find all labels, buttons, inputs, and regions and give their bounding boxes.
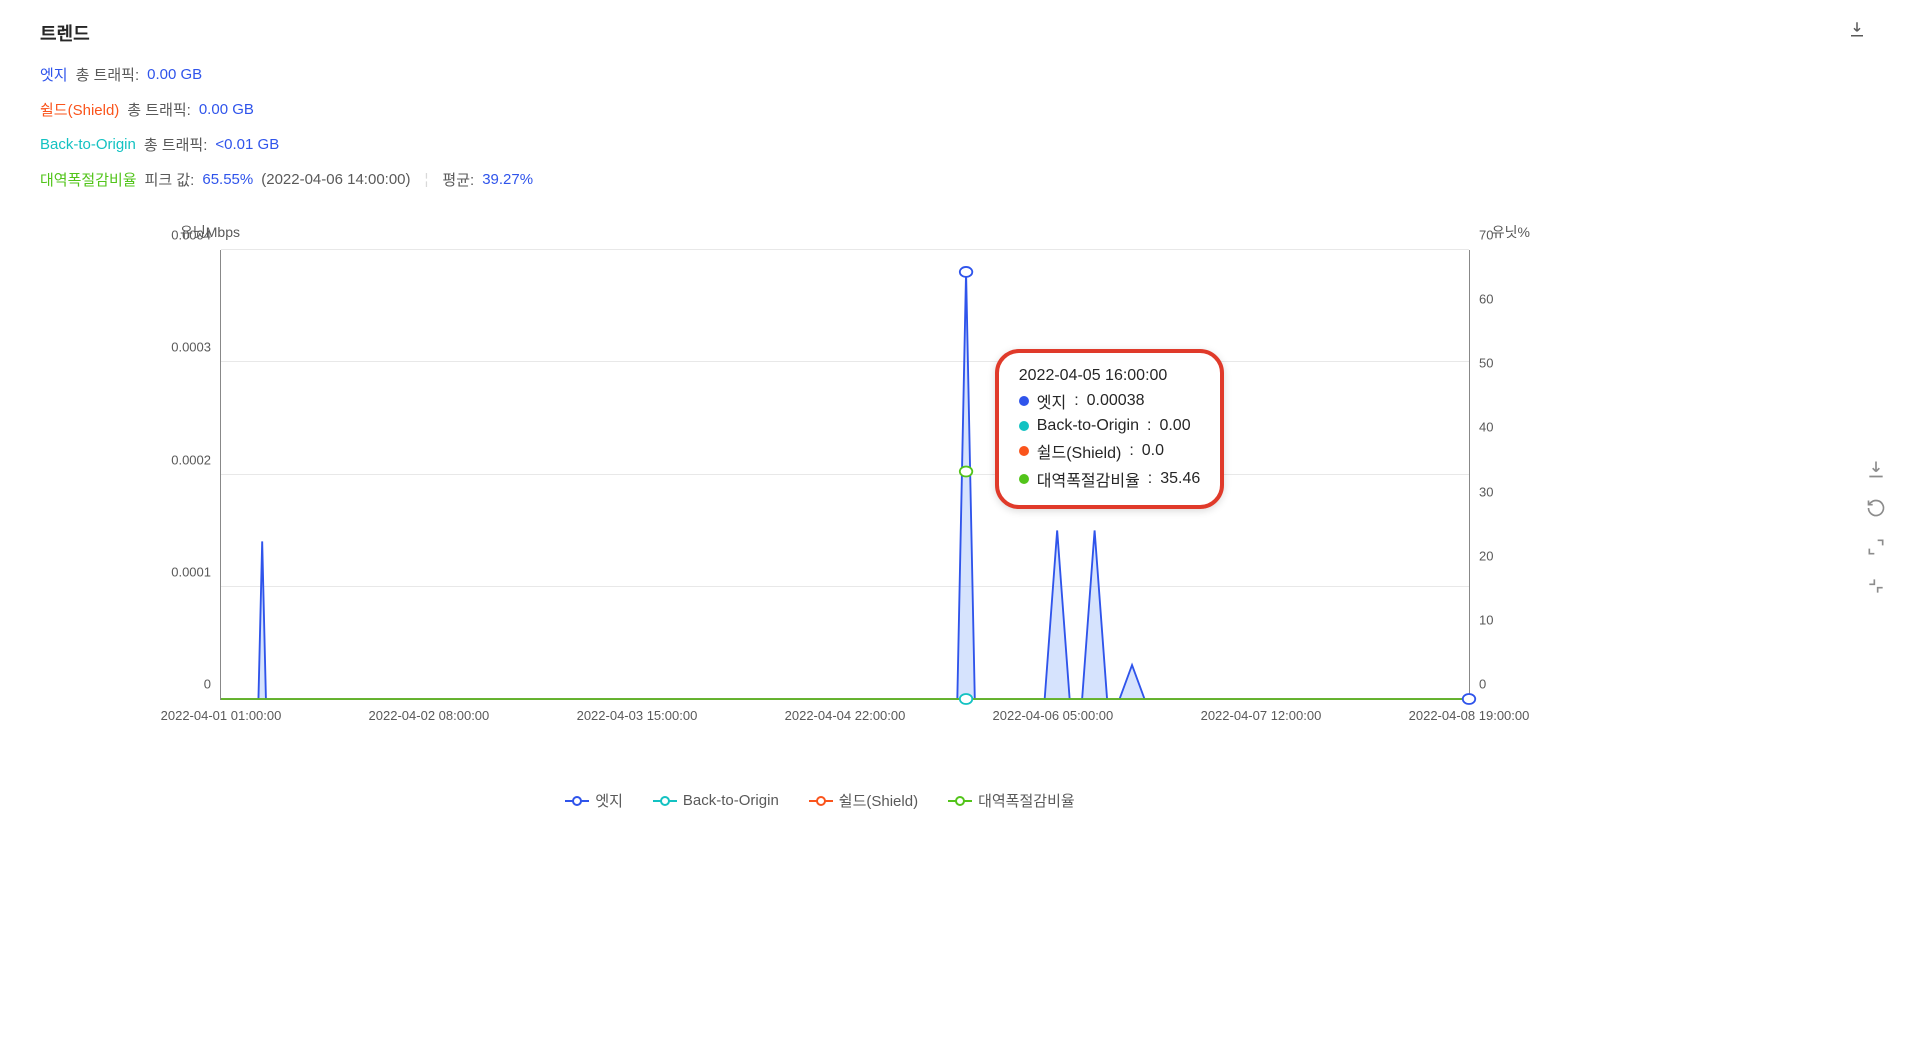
dot-edge-icon [1019, 396, 1029, 406]
stat-edge: 엣지 총 트래픽: 0.00 GB [40, 64, 1866, 85]
xtick-6: 2022-04-08 19:00:00 [1409, 708, 1530, 723]
tool-download-icon[interactable] [1866, 459, 1886, 482]
ytick-left-4: 0.0004 [151, 228, 211, 243]
stat-bto-key: 총 트래픽: [144, 134, 208, 155]
stat-band-peak-time: (2022-04-06 14:00:00) [261, 171, 410, 188]
ytick-right-0: 0 [1479, 677, 1509, 692]
stat-bto-label: Back-to-Origin [40, 136, 136, 153]
tool-collapse-icon[interactable] [1866, 576, 1886, 599]
legend-bto-label: Back-to-Origin [683, 792, 779, 809]
tooltip-edge-value: 0.00038 [1087, 392, 1145, 410]
legend-band-label: 대역폭절감비율 [978, 790, 1075, 811]
xtick-3: 2022-04-04 22:00:00 [785, 708, 906, 723]
tooltip-band-label: 대역폭절감비율 [1037, 467, 1140, 491]
dot-shield-icon [1019, 446, 1029, 456]
dot-bto-icon [1019, 421, 1029, 431]
tooltip-row-bto: Back-to-Origin: 0.00 [1019, 417, 1201, 435]
tool-expand-icon[interactable] [1866, 537, 1886, 560]
stat-shield-label: 쉴드(Shield) [40, 99, 119, 120]
ytick-left-1: 0.0001 [151, 564, 211, 579]
plot-area[interactable]: 0 0.0001 0.0002 0.0003 0.0004 0 10 20 30… [220, 250, 1470, 700]
stat-band-avg-key: 평균: [442, 169, 474, 190]
xtick-2: 2022-04-03 15:00:00 [577, 708, 698, 723]
page-title: 트렌드 [40, 20, 90, 46]
ytick-right-2: 20 [1479, 548, 1509, 563]
download-icon[interactable] [1848, 20, 1866, 41]
legend-shield[interactable]: 쉴드(Shield) [809, 790, 918, 811]
tooltip-row-shield: 쉴드(Shield): 0.0 [1019, 439, 1201, 463]
legend-edge[interactable]: 엣지 [565, 790, 623, 811]
stat-edge-value: 0.00 GB [147, 66, 202, 83]
tooltip-bto-value: 0.00 [1159, 417, 1190, 435]
tooltip-shield-value: 0.0 [1142, 442, 1164, 460]
stats-block: 엣지 총 트래픽: 0.00 GB 쉴드(Shield) 총 트래픽: 0.00… [40, 64, 1866, 190]
xtick-5: 2022-04-07 12:00:00 [1201, 708, 1322, 723]
ytick-left-2: 0.0002 [151, 452, 211, 467]
legend-shield-marker-icon [809, 795, 833, 807]
stat-edge-key: 총 트래픽: [76, 64, 140, 85]
ytick-left-0: 0 [151, 677, 211, 692]
legend-edge-label: 엣지 [595, 790, 623, 811]
stat-band-peak-val: 65.55% [202, 171, 253, 188]
chart-legend: 엣지 Back-to-Origin 쉴드(Shield) 대역폭절감비율 [120, 790, 1520, 811]
stat-bto: Back-to-Origin 총 트래픽: <0.01 GB [40, 134, 1866, 155]
stat-bto-value: <0.01 GB [215, 136, 279, 153]
divider: ¦ [425, 171, 429, 188]
side-toolbar [1866, 459, 1886, 599]
ytick-right-3: 30 [1479, 484, 1509, 499]
stat-band-avg-val: 39.27% [482, 171, 533, 188]
stat-band-label: 대역폭절감비율 [40, 169, 137, 190]
ytick-right-1: 10 [1479, 612, 1509, 627]
legend-shield-label: 쉴드(Shield) [839, 790, 918, 811]
stat-shield: 쉴드(Shield) 총 트래픽: 0.00 GB [40, 99, 1866, 120]
stat-band: 대역폭절감비율 피크 값: 65.55% (2022-04-06 14:00:00)… [40, 169, 1866, 190]
tooltip-shield-label: 쉴드(Shield) [1037, 439, 1122, 463]
xtick-1: 2022-04-02 08:00:00 [369, 708, 490, 723]
tool-refresh-icon[interactable] [1866, 498, 1886, 521]
hover-markers [221, 250, 1469, 699]
ytick-left-3: 0.0003 [151, 340, 211, 355]
chart-container: 유닛Mbps 유닛% 0 0.0001 0.0002 0.0003 0.0004… [120, 220, 1520, 811]
legend-bto-marker-icon [653, 795, 677, 807]
tooltip-row-band: 대역폭절감비율: 35.46 [1019, 467, 1201, 491]
ytick-right-6: 60 [1479, 292, 1509, 307]
dot-band-icon [1019, 474, 1029, 484]
tooltip-band-value: 35.46 [1160, 470, 1200, 488]
tooltip-row-edge: 엣지: 0.00038 [1019, 389, 1201, 413]
stat-band-peak-key: 피크 값: [145, 169, 195, 190]
xtick-0: 2022-04-01 01:00:00 [161, 708, 282, 723]
legend-band-marker-icon [948, 795, 972, 807]
legend-edge-marker-icon [565, 795, 589, 807]
tooltip-edge-label: 엣지 [1037, 389, 1066, 413]
ytick-right-5: 50 [1479, 356, 1509, 371]
tooltip-bto-label: Back-to-Origin [1037, 417, 1139, 435]
legend-band[interactable]: 대역폭절감비율 [948, 790, 1075, 811]
stat-edge-label: 엣지 [40, 64, 68, 85]
stat-shield-key: 총 트래픽: [127, 99, 191, 120]
ytick-right-4: 40 [1479, 420, 1509, 435]
tooltip-time: 2022-04-05 16:00:00 [1019, 367, 1201, 385]
legend-bto[interactable]: Back-to-Origin [653, 790, 779, 811]
ytick-right-7: 70 [1479, 228, 1509, 243]
stat-shield-value: 0.00 GB [199, 101, 254, 118]
xtick-4: 2022-04-06 05:00:00 [993, 708, 1114, 723]
chart-tooltip: 2022-04-05 16:00:00 엣지: 0.00038 Back-to-… [995, 349, 1225, 509]
